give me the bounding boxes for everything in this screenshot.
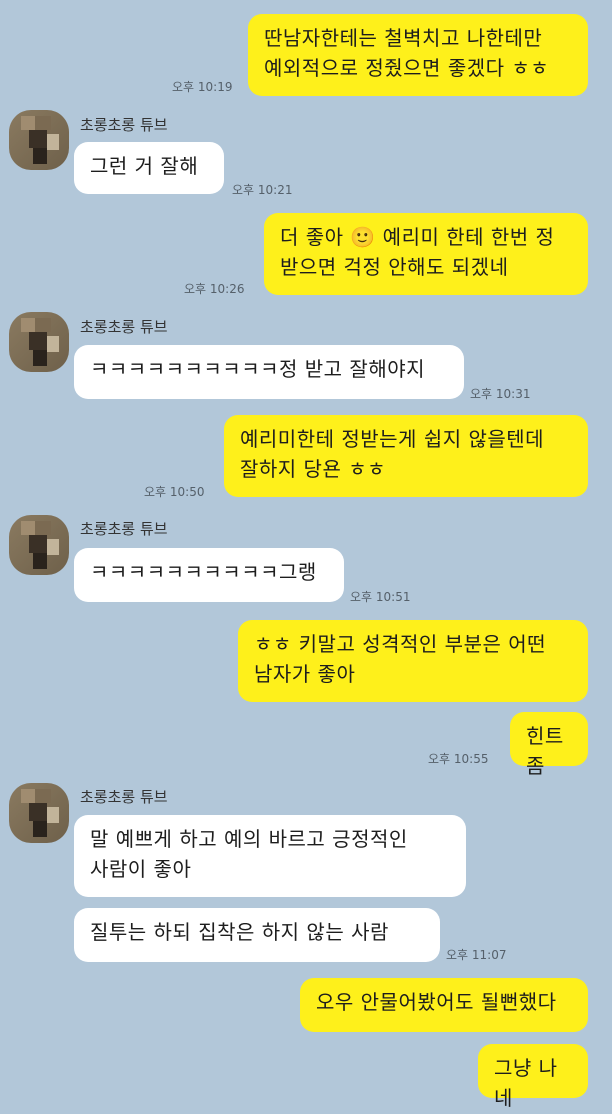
message-timestamp: 오후 10:31 [470,387,531,401]
message-timestamp: 오후 10:55 [428,752,489,766]
message-bubble-theirs[interactable]: 말 예쁘게 하고 예의 바르고 긍정적인 사람이 좋아 [74,815,466,897]
message-bubble-theirs[interactable]: 질투는 하되 집착은 하지 않는 사람 [74,908,440,962]
message-bubble-mine[interactable]: 딴남자한테는 철벽치고 나한테만 예외적으로 정줬으면 좋겠다 ㅎㅎ [248,14,588,96]
message-bubble-mine[interactable]: 그냥 나네 [478,1044,588,1110]
contact-avatar[interactable] [9,783,69,843]
message-bubble-mine[interactable]: 오우 안물어봤어도 될뻔했다 [300,978,588,1032]
message-bubble-mine[interactable]: 더 좋아 🙂 예리미 한테 한번 정 받으면 걱정 안해도 되겠네 [264,213,588,295]
message-timestamp: 오후 10:19 [172,80,233,94]
message-bubble-theirs[interactable]: ㅋㅋㅋㅋㅋㅋㅋㅋㅋㅋ정 받고 잘해야지 [74,345,464,399]
message-timestamp: 오후 10:51 [350,590,411,604]
contact-avatar[interactable] [9,110,69,170]
message-bubble-mine[interactable]: 예리미한테 정받는게 쉽지 않을텐데 잘하지 당욘 ㅎㅎ [224,415,588,497]
message-timestamp: 오후 11:07 [446,948,507,962]
contact-name: 초롱초롱 튜브 [80,318,168,336]
contact-name: 초롱초롱 튜브 [80,788,168,806]
contact-name: 초롱초롱 튜브 [80,520,168,538]
message-bubble-theirs[interactable]: ㅋㅋㅋㅋㅋㅋㅋㅋㅋㅋ그랭 [74,548,344,602]
message-timestamp: 오후 10:50 [144,485,205,499]
contact-avatar[interactable] [9,515,69,575]
message-bubble-theirs[interactable]: 그런 거 잘해 [74,142,224,194]
contact-name: 초롱초롱 튜브 [80,116,168,134]
message-timestamp: 오후 10:21 [232,183,293,197]
message-bubble-mine[interactable]: 힌트좀 [510,712,588,778]
contact-avatar[interactable] [9,312,69,372]
message-bubble-mine[interactable]: ㅎㅎ 키말고 성격적인 부분은 어떤 남자가 좋아 [238,620,588,702]
message-timestamp: 오후 10:26 [184,282,245,296]
